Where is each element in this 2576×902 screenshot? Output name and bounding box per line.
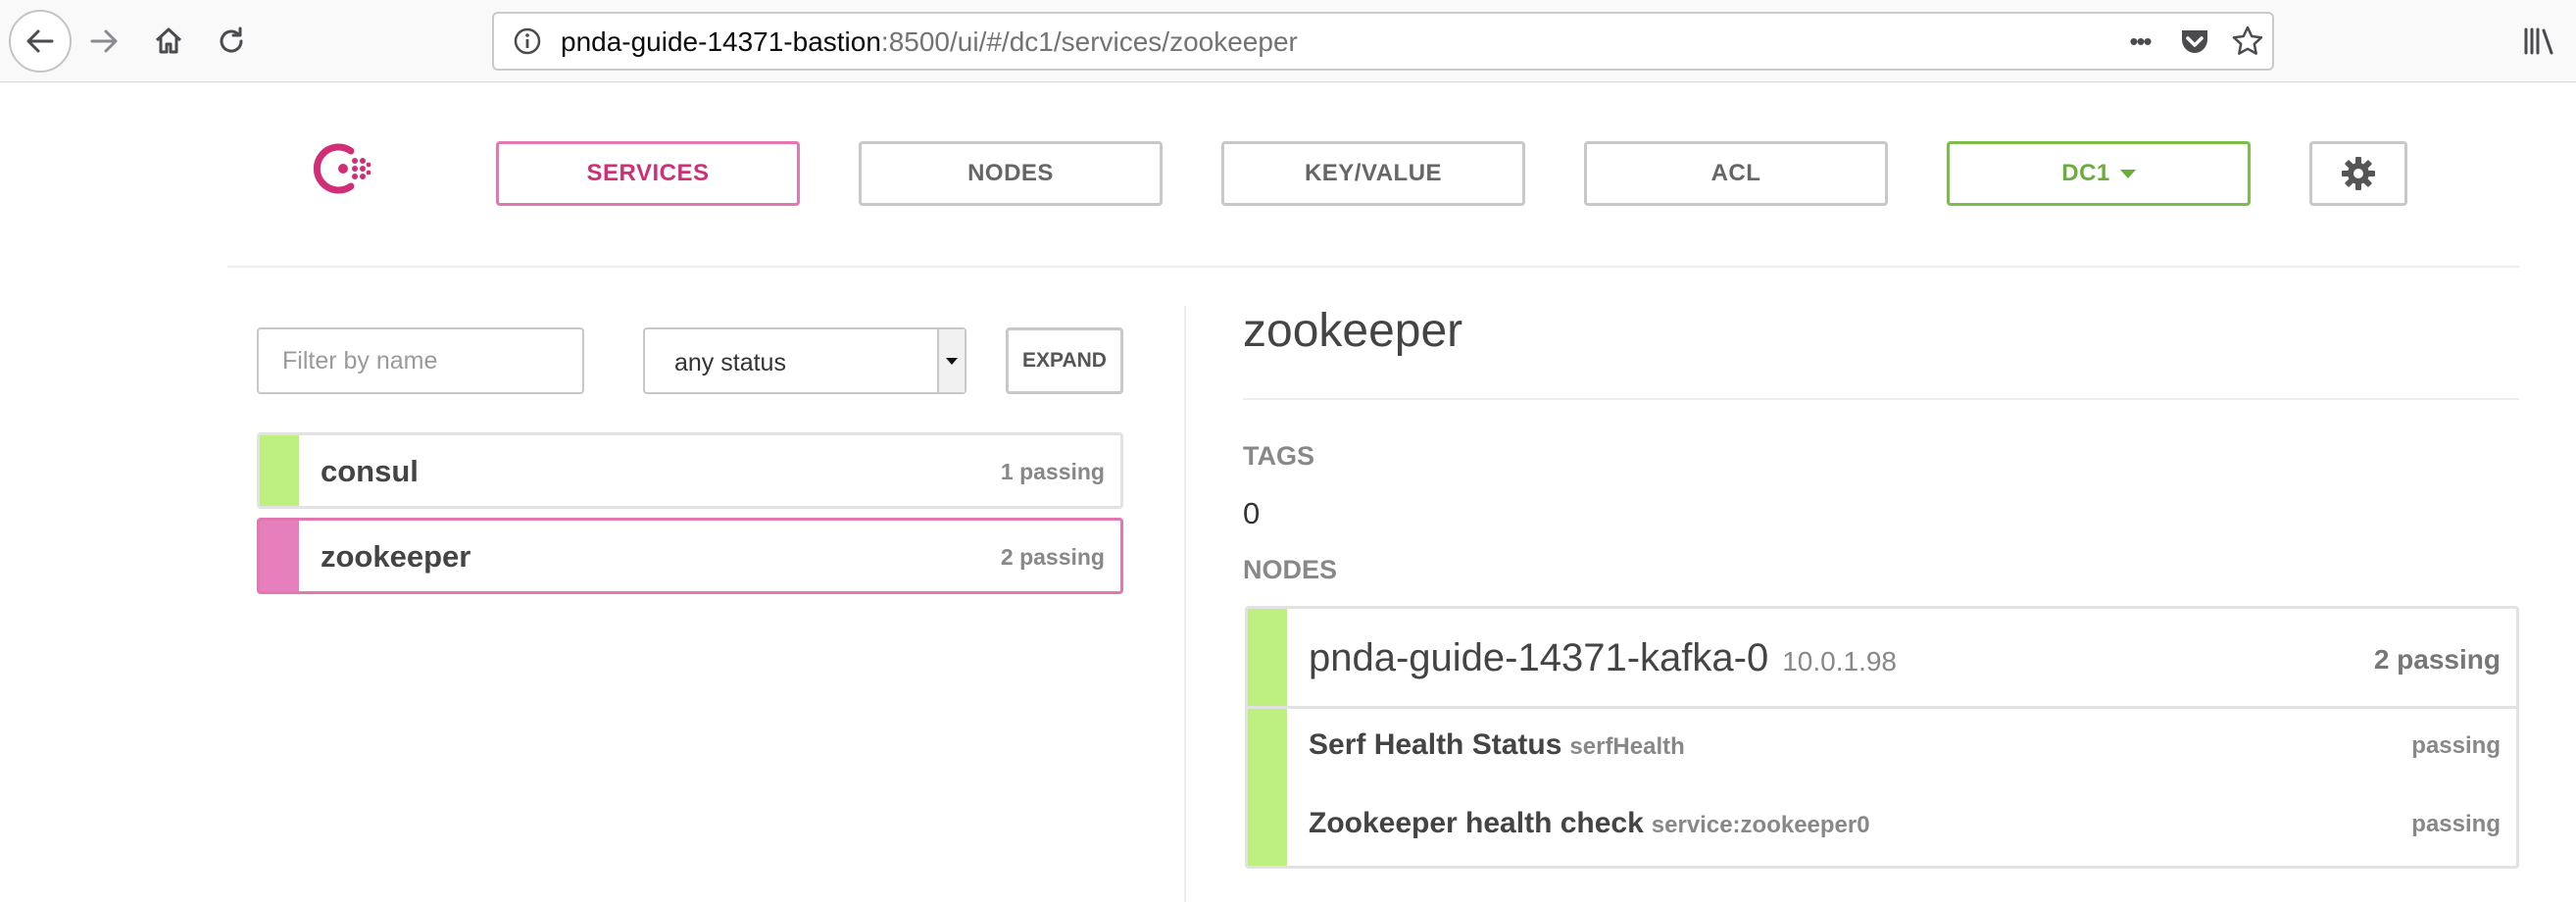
browser-toolbar: pnda-guide-14371-bastion:8500/ui/#/dc1/s… — [0, 0, 2576, 82]
health-check-item[interactable]: Serf Health Status serfHealth — [1309, 728, 1685, 762]
nav-nodes-button[interactable]: NODES — [859, 141, 1163, 206]
node-name[interactable]: pnda-guide-14371-kafka-0 10.0.1.98 — [1309, 636, 1897, 680]
filter-by-name-input[interactable] — [257, 327, 584, 394]
nav-acl-button[interactable]: ACL — [1584, 141, 1888, 206]
library-icon — [2524, 27, 2553, 55]
check-id: serfHealth — [1569, 733, 1685, 760]
bookmark-star-icon[interactable] — [2225, 14, 2270, 69]
check-name: Zookeeper health check — [1309, 807, 1644, 839]
forward-button[interactable] — [73, 10, 135, 73]
reload-icon — [220, 26, 243, 53]
nav-services-button[interactable]: SERVICES — [496, 141, 800, 206]
status-indicator — [1248, 709, 1287, 866]
info-icon[interactable] — [510, 14, 545, 69]
nav-key-value-button[interactable]: KEY/VALUE — [1221, 141, 1525, 206]
gear-icon — [2342, 157, 2375, 190]
service-name: zookeeper — [321, 539, 471, 574]
health-check-list: Serf Health Status serfHealth passing Zoo… — [1248, 709, 2516, 866]
consul-logo[interactable] — [312, 137, 374, 200]
column-divider — [1184, 306, 1186, 902]
service-row-consul[interactable]: consul 1 passing — [257, 432, 1123, 509]
back-button[interactable] — [9, 10, 72, 73]
detail-divider — [1243, 398, 2519, 400]
service-detail-title: zookeeper — [1243, 305, 1463, 357]
status-select-value: any status — [674, 349, 786, 376]
pocket-icon[interactable] — [2172, 14, 2217, 69]
service-passing-count: 1 passing — [1000, 459, 1105, 484]
service-row-zookeeper[interactable]: zookeeper 2 passing — [257, 518, 1123, 594]
tags-value: 0 — [1243, 496, 1261, 530]
node-passing-count: 2 passing — [2373, 644, 2501, 675]
reload-button[interactable] — [200, 10, 263, 73]
check-name: Serf Health Status — [1309, 728, 1562, 761]
node-card: pnda-guide-14371-kafka-0 10.0.1.98 2 pass… — [1245, 606, 2519, 869]
consul-logo-icon — [313, 143, 372, 194]
settings-button[interactable] — [2309, 141, 2407, 206]
expand-button[interactable]: EXPAND — [1006, 327, 1123, 394]
datacenter-dropdown[interactable]: DC1 — [1947, 141, 2251, 206]
home-icon — [155, 27, 182, 54]
tags-label: TAGS — [1243, 441, 1314, 471]
service-passing-count: 2 passing — [1000, 544, 1105, 570]
node-header[interactable]: pnda-guide-14371-kafka-0 10.0.1.98 2 pass… — [1248, 609, 2516, 709]
health-check-item[interactable]: Zookeeper health check service:zookeeper0 — [1309, 807, 1870, 840]
datacenter-label: DC1 — [2061, 160, 2110, 186]
check-id: service:zookeeper0 — [1651, 812, 1870, 838]
status-select[interactable]: any status — [643, 327, 966, 394]
status-indicator — [1248, 609, 1287, 706]
check-status: passing — [2411, 811, 2501, 837]
select-arrow-icon[interactable] — [937, 329, 965, 392]
arrow-right-icon — [90, 29, 118, 53]
caret-down-icon — [2119, 169, 2136, 178]
check-status: passing — [2411, 732, 2501, 759]
page-actions-icon[interactable]: ••• — [2117, 14, 2162, 69]
arrow-left-icon — [26, 29, 54, 53]
address-bar[interactable]: pnda-guide-14371-bastion:8500/ui/#/dc1/s… — [492, 12, 2274, 71]
header-divider — [227, 266, 2519, 268]
home-button[interactable] — [137, 10, 200, 73]
node-ip: 10.0.1.98 — [1782, 646, 1897, 676]
status-indicator — [260, 435, 299, 506]
nodes-label: NODES — [1243, 555, 1338, 584]
library-button[interactable] — [2507, 10, 2570, 73]
status-indicator — [260, 521, 299, 591]
service-name: consul — [321, 454, 419, 488]
url-text[interactable]: pnda-guide-14371-bastion:8500/ui/#/dc1/s… — [561, 26, 1298, 58]
